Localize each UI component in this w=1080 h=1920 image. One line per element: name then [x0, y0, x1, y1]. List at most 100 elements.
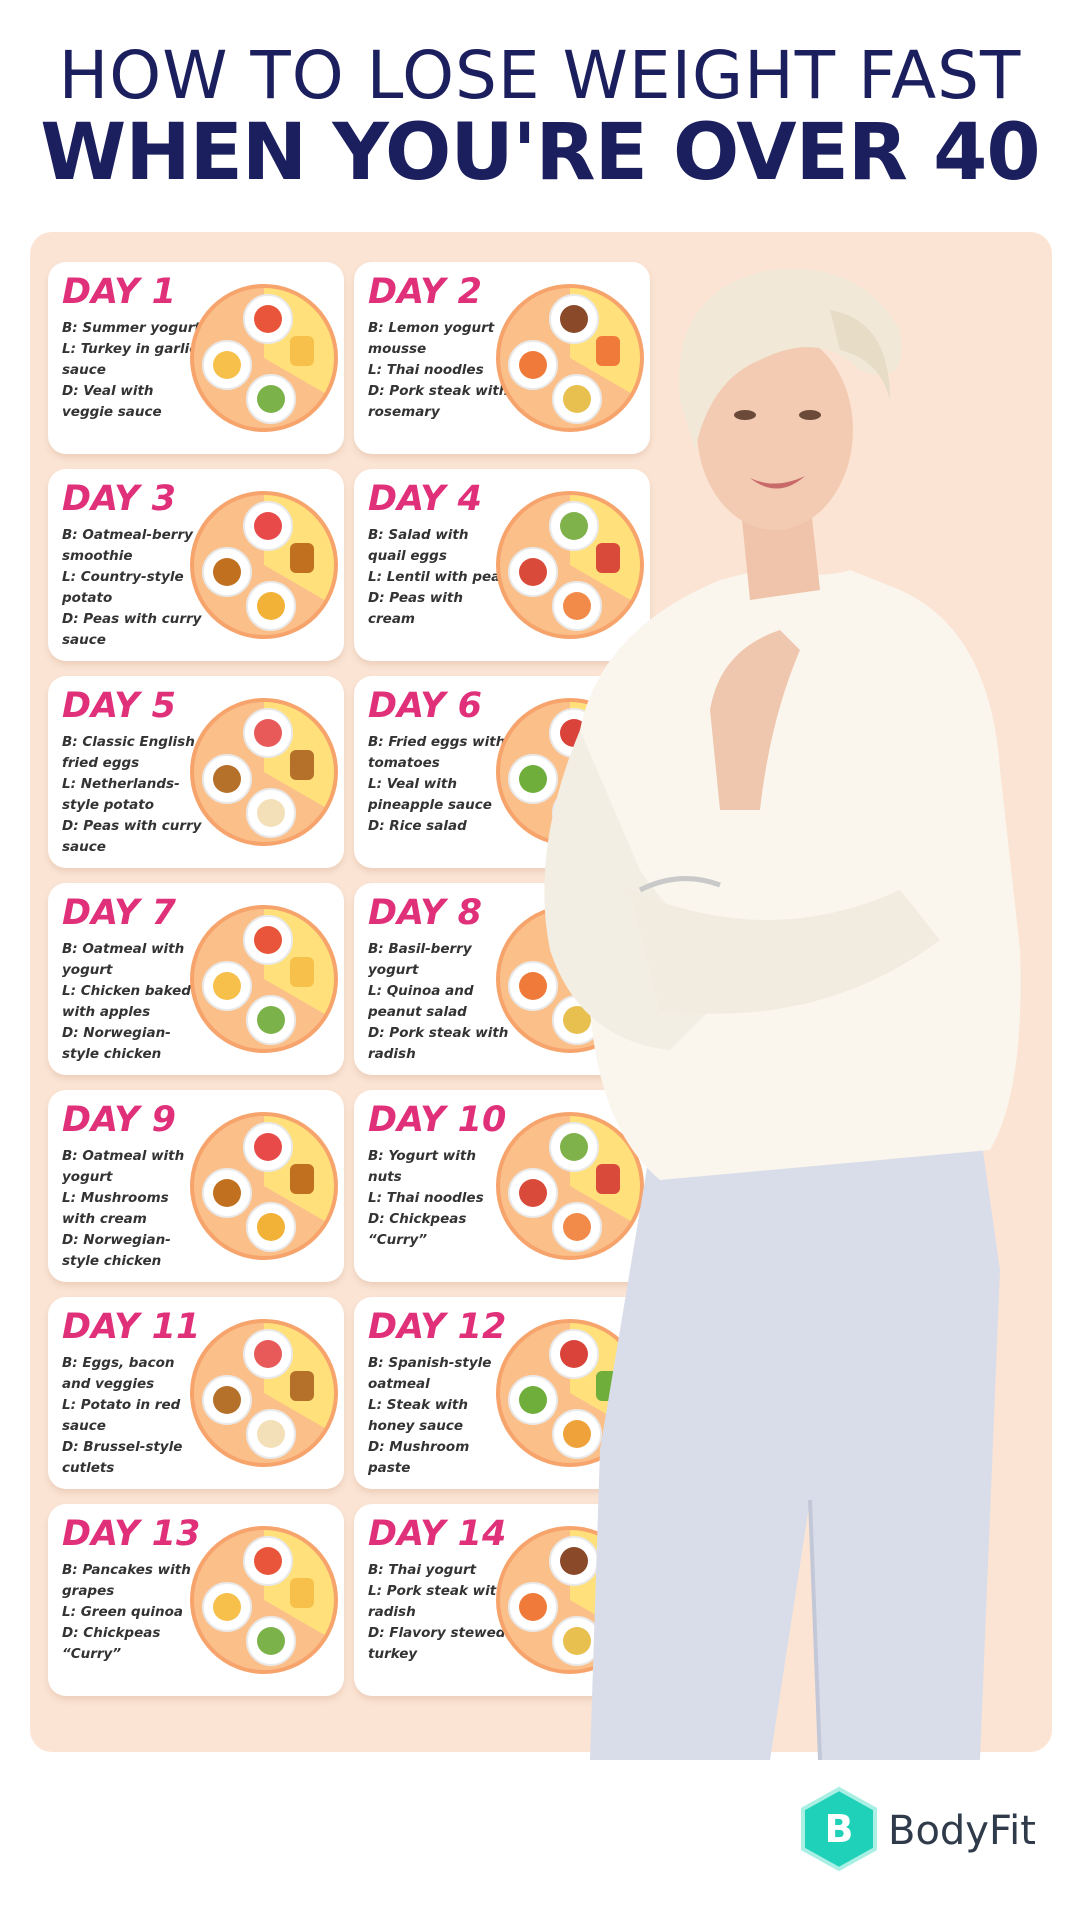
meal-item: D: Flavory stewed turkey — [368, 1625, 506, 1662]
day-card: DAY 3 B: Oatmeal-berry smoothie L: Country… — [48, 469, 344, 661]
day-title: DAY 2 — [368, 272, 483, 312]
food-icon — [257, 1420, 285, 1448]
day-title: DAY 1 — [62, 272, 177, 312]
snack-icon — [290, 1164, 314, 1194]
food-icon — [254, 1340, 282, 1368]
meal-item: L: Quinoa and peanut salad — [368, 983, 474, 1020]
dish-icon — [246, 788, 296, 838]
meal-list: B: Lemon yogurt mousse L: Thai noodles D: … — [368, 318, 510, 423]
snack-icon — [290, 543, 314, 573]
day-title: DAY 12 — [368, 1307, 507, 1347]
meal-item: B: Classic English fried eggs — [62, 734, 195, 771]
meal-list: B: Basil-berry yogurt L: Quinoa and peanu… — [368, 939, 510, 1065]
dish-icon — [202, 547, 252, 597]
food-icon — [254, 512, 282, 540]
meal-item: L: Green quinoa — [62, 1604, 183, 1620]
food-icon — [213, 558, 241, 586]
food-icon — [213, 1386, 241, 1414]
meal-list: B: Oatmeal with yogurt L: Chicken baked w… — [62, 939, 204, 1065]
food-icon — [213, 765, 241, 793]
headline-line-1: HOW TO LOSE WEIGHT FAST — [58, 37, 1022, 114]
meal-list: B: Salad with quail eggs L: Lentil with p… — [368, 525, 510, 630]
food-plate-icon — [190, 491, 338, 639]
dish-icon — [246, 1616, 296, 1666]
snack-icon — [290, 1371, 314, 1401]
food-icon — [257, 1006, 285, 1034]
meal-item: D: Pork steak with radish — [368, 1025, 509, 1062]
meal-item: D: Veal with veggie sauce — [62, 383, 162, 420]
meal-item: B: Pancakes with grapes — [62, 1562, 191, 1599]
meal-item: B: Yogurt with nuts — [368, 1148, 476, 1185]
meal-list: B: Eggs, bacon and veggies L: Potato in r… — [62, 1353, 204, 1479]
meal-list: B: Fried eggs with tomatoes L: Veal with … — [368, 732, 510, 837]
meal-item: D: Mushroom paste — [368, 1439, 470, 1476]
brand-name: BodyFit — [888, 1808, 1036, 1854]
meal-list: B: Yogurt with nuts L: Thai noodles D: Chi… — [368, 1146, 510, 1251]
food-icon — [257, 1213, 285, 1241]
food-icon — [213, 1593, 241, 1621]
meal-item: L: Mushrooms with cream — [62, 1190, 169, 1227]
meal-item: D: Pork steak with rosemary — [368, 383, 509, 420]
day-title: DAY 9 — [62, 1100, 177, 1140]
day-title: DAY 5 — [62, 686, 177, 726]
meal-item: B: Oatmeal-berry smoothie — [62, 527, 193, 564]
day-title: DAY 4 — [368, 479, 483, 519]
food-icon — [257, 1627, 285, 1655]
food-icon — [213, 1179, 241, 1207]
snack-icon — [290, 1578, 314, 1608]
meal-list: B: Summer yogurt L: Turkey in garlic sauc… — [62, 318, 204, 423]
meal-item: L: Chicken baked with apples — [62, 983, 191, 1020]
food-icon — [254, 305, 282, 333]
day-card: DAY 9 B: Oatmeal with yogurt L: Mushrooms … — [48, 1090, 344, 1282]
day-title: DAY 8 — [368, 893, 483, 933]
food-icon — [257, 799, 285, 827]
food-plate-icon — [190, 698, 338, 846]
meal-item: L: Netherlands-style potato — [62, 776, 180, 813]
day-card: DAY 7 B: Oatmeal with yogurt L: Chicken ba… — [48, 883, 344, 1075]
woman-photo — [544, 268, 1021, 1760]
food-icon — [257, 592, 285, 620]
meal-item: D: Rice salad — [368, 818, 467, 834]
meal-list: B: Oatmeal with yogurt L: Mushrooms with … — [62, 1146, 204, 1272]
bodyfit-logo-icon: B — [801, 1786, 877, 1872]
food-icon — [254, 1547, 282, 1575]
day-card: DAY 5 B: Classic English fried eggs L: Net… — [48, 676, 344, 868]
meal-item: B: Basil-berry yogurt — [368, 941, 472, 978]
meal-item: D: Norwegian-style chicken — [62, 1232, 171, 1269]
meal-item: D: Brussel-style cutlets — [62, 1439, 183, 1476]
snack-icon — [290, 750, 314, 780]
meal-list: B: Spanish-style oatmeal L: Steak with ho… — [368, 1353, 510, 1479]
meal-item: L: Turkey in garlic sauce — [62, 341, 198, 378]
meal-item: D: Chickpeas “Curry” — [368, 1211, 467, 1248]
food-plate-icon — [190, 1112, 338, 1260]
logo-letter: B — [825, 1807, 854, 1851]
day-card: DAY 13 B: Pancakes with grapes L: Green qu… — [48, 1504, 344, 1696]
dish-icon — [243, 708, 293, 758]
dish-icon — [246, 374, 296, 424]
day-title: DAY 3 — [62, 479, 177, 519]
dish-icon — [246, 995, 296, 1045]
meal-item: L: Country-style potato — [62, 569, 184, 606]
day-title: DAY 6 — [368, 686, 483, 726]
meal-item: D: Peas with cream — [368, 590, 464, 627]
meal-list: B: Oatmeal-berry smoothie L: Country-styl… — [62, 525, 204, 651]
meal-item: B: Oatmeal with yogurt — [62, 941, 185, 978]
meal-item: L: Potato in red sauce — [62, 1397, 181, 1434]
day-title: DAY 14 — [368, 1514, 507, 1554]
meal-item: B: Lemon yogurt mousse — [368, 320, 495, 357]
meal-item: D: Chickpeas “Curry” — [62, 1625, 161, 1662]
food-icon — [213, 972, 241, 1000]
food-plate-icon — [190, 1526, 338, 1674]
meal-item: B: Oatmeal with yogurt — [62, 1148, 185, 1185]
meal-item: B: Fried eggs with tomatoes — [368, 734, 506, 771]
food-icon — [257, 385, 285, 413]
food-icon — [254, 926, 282, 954]
food-icon — [254, 1133, 282, 1161]
dish-icon — [246, 581, 296, 631]
dish-icon — [202, 340, 252, 390]
dish-icon — [202, 1582, 252, 1632]
day-title: DAY 13 — [62, 1514, 201, 1554]
dish-icon — [243, 294, 293, 344]
dish-icon — [243, 1536, 293, 1586]
dish-icon — [243, 915, 293, 965]
